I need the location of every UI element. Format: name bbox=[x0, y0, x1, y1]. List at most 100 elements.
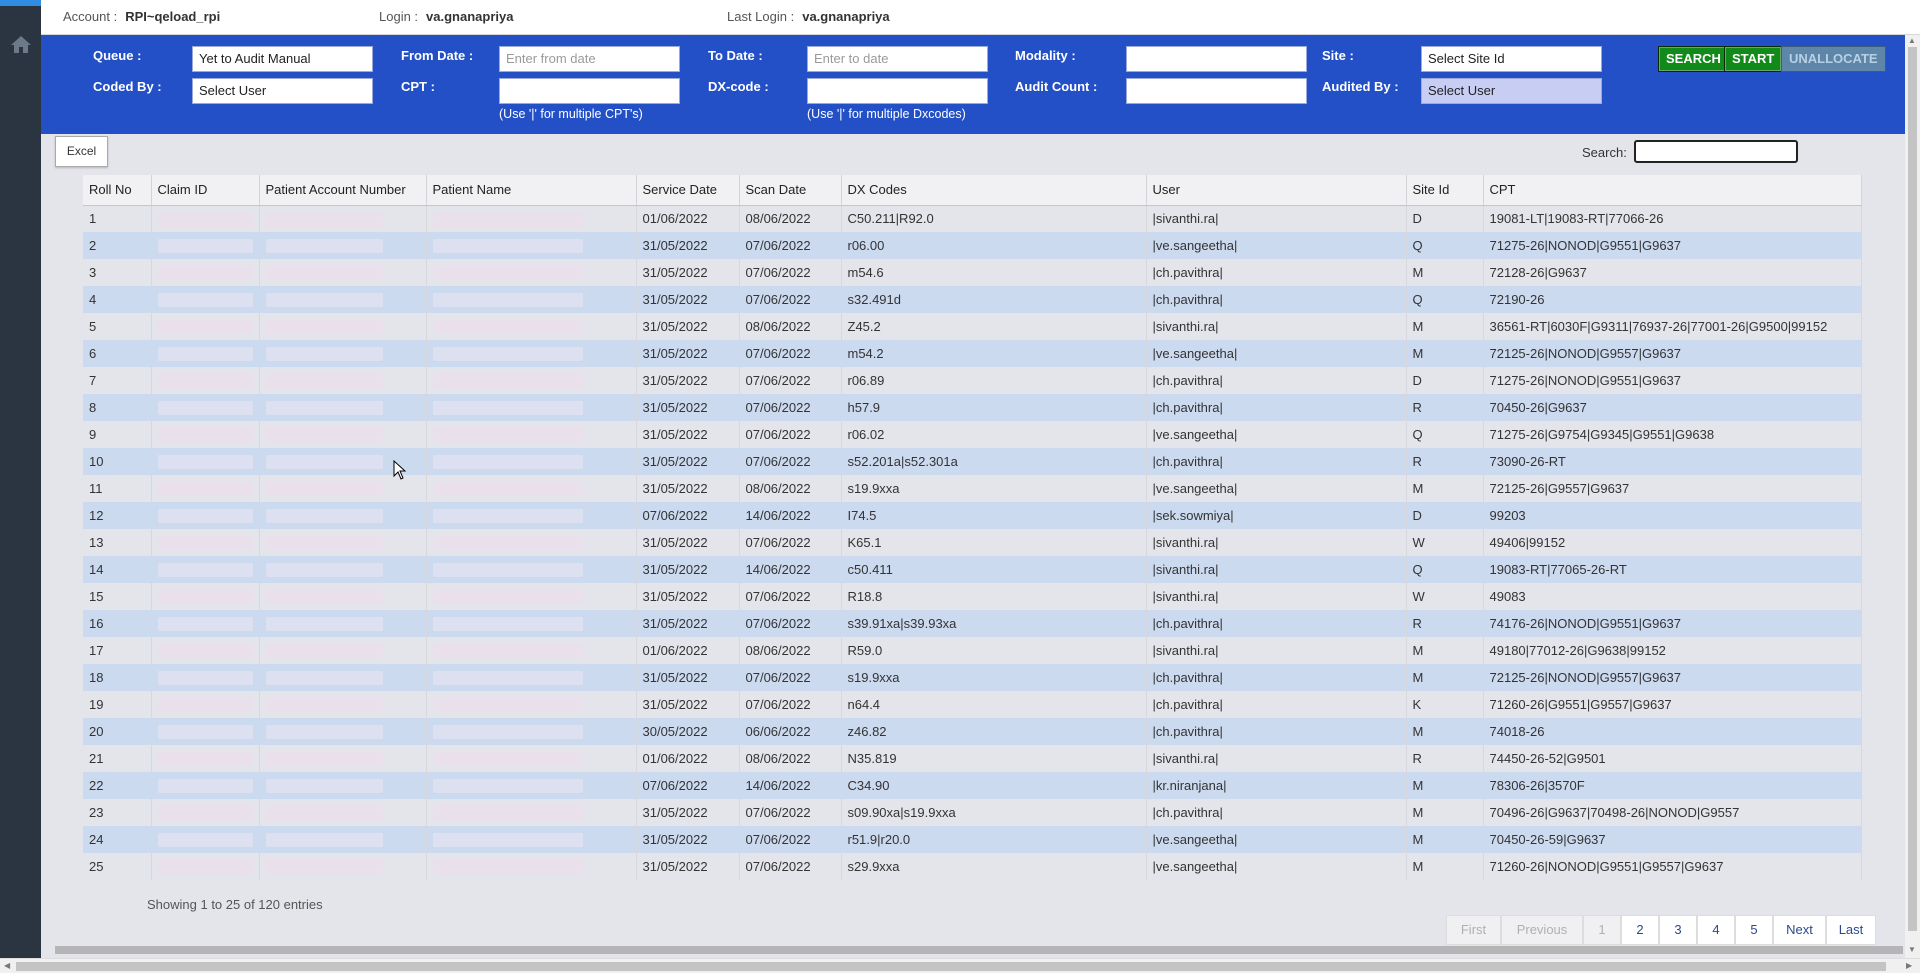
user-cell: |sivanthi.ra| bbox=[1146, 556, 1407, 583]
table-row[interactable]: 16 31/05/2022 07/06/2022 s39.91xa|s39.93xa |… bbox=[83, 610, 1862, 637]
search-button[interactable]: SEARCH bbox=[1658, 46, 1729, 72]
queue-select[interactable]: Yet to Audit Manual bbox=[192, 46, 373, 72]
column-header[interactable]: Scan Date bbox=[739, 175, 842, 206]
table-row[interactable]: 19 31/05/2022 07/06/2022 n64.4 |ch.pavithra|… bbox=[83, 691, 1862, 718]
scroll-up-icon[interactable]: ▲ bbox=[1908, 36, 1916, 45]
patient-account-cell bbox=[259, 502, 427, 529]
service-date-cell: 31/05/2022 bbox=[636, 448, 740, 475]
service-date-cell: 01/06/2022 bbox=[636, 745, 740, 772]
scroll-left-icon[interactable]: ◀ bbox=[4, 961, 10, 970]
column-header[interactable]: CPT bbox=[1483, 175, 1862, 206]
table-row[interactable]: 2 31/05/2022 07/06/2022 r06.00 |ve.sangeetha… bbox=[83, 232, 1862, 259]
horizontal-scroll-thumb[interactable] bbox=[16, 962, 1886, 971]
roll-no-cell: 4 bbox=[83, 286, 152, 313]
dx-code-input[interactable] bbox=[807, 78, 988, 104]
table-row[interactable]: 11 31/05/2022 08/06/2022 s19.9xxa |ve.sangee… bbox=[83, 475, 1862, 502]
excel-export-button[interactable]: Excel bbox=[55, 136, 108, 167]
table-row[interactable]: 20 30/05/2022 06/06/2022 z46.82 |ch.pavithra… bbox=[83, 718, 1862, 745]
column-header[interactable]: Site Id bbox=[1406, 175, 1484, 206]
login-info: Login : va.gnanapriya bbox=[379, 9, 513, 24]
table-row[interactable]: 18 31/05/2022 07/06/2022 s19.9xxa |ch.pavith… bbox=[83, 664, 1862, 691]
table-row[interactable]: 7 31/05/2022 07/06/2022 r06.89 |ch.pavithra|… bbox=[83, 367, 1862, 394]
table-row[interactable]: 4 31/05/2022 07/06/2022 s32.491d |ch.pavithr… bbox=[83, 286, 1862, 313]
dx-code-hint: (Use '|' for multiple Dxcodes) bbox=[807, 107, 966, 121]
cpt-label: CPT : bbox=[401, 79, 435, 94]
modality-input[interactable] bbox=[1126, 46, 1307, 72]
table-search-input[interactable] bbox=[1634, 140, 1798, 163]
table-row[interactable]: 8 31/05/2022 07/06/2022 h57.9 |ch.pavithra| R… bbox=[83, 394, 1862, 421]
column-header[interactable]: Patient Name bbox=[426, 175, 637, 206]
cpt-cell: 72125-26|NONOD|G9557|G9637 bbox=[1483, 340, 1862, 367]
audit-count-input[interactable] bbox=[1126, 78, 1307, 104]
pager-page-4[interactable]: 4 bbox=[1697, 915, 1735, 945]
claim-id-cell bbox=[151, 637, 260, 664]
cpt-input[interactable] bbox=[499, 78, 680, 104]
table-row[interactable]: 15 31/05/2022 07/06/2022 R18.8 |sivanthi.ra|… bbox=[83, 583, 1862, 610]
pager-first[interactable]: First bbox=[1446, 915, 1501, 945]
redacted-value bbox=[265, 671, 383, 686]
column-header[interactable]: Patient Account Number bbox=[259, 175, 427, 206]
pager-page-1[interactable]: 1 bbox=[1583, 915, 1621, 945]
table-row[interactable]: 13 31/05/2022 07/06/2022 K65.1 |sivanthi.ra|… bbox=[83, 529, 1862, 556]
table-row[interactable]: 3 31/05/2022 07/06/2022 m54.6 |ch.pavithra| M… bbox=[83, 259, 1862, 286]
site-select[interactable]: Select Site Id bbox=[1421, 46, 1602, 72]
table-row[interactable]: 23 31/05/2022 07/06/2022 s09.90xa|s19.9xxa |… bbox=[83, 799, 1862, 826]
service-date-cell: 01/06/2022 bbox=[636, 205, 740, 232]
redacted-value bbox=[157, 374, 253, 389]
table-row[interactable]: 14 31/05/2022 14/06/2022 c50.411 |sivanthi.r… bbox=[83, 556, 1862, 583]
redacted-value bbox=[432, 401, 583, 416]
table-row[interactable]: 1 01/06/2022 08/06/2022 C50.211|R92.0 |sivan… bbox=[83, 205, 1862, 232]
start-button[interactable]: START bbox=[1724, 46, 1783, 72]
table-row[interactable]: 17 01/06/2022 08/06/2022 R59.0 |sivanthi.ra|… bbox=[83, 637, 1862, 664]
site-id-cell: R bbox=[1406, 448, 1484, 475]
dx-codes-cell: R18.8 bbox=[841, 583, 1147, 610]
column-header[interactable]: Service Date bbox=[636, 175, 740, 206]
column-header[interactable]: User bbox=[1146, 175, 1407, 206]
pager-next[interactable]: Next bbox=[1773, 915, 1826, 945]
service-date-cell: 31/05/2022 bbox=[636, 475, 740, 502]
patient-name-cell bbox=[426, 664, 637, 691]
pager-previous[interactable]: Previous bbox=[1501, 915, 1583, 945]
roll-no-cell: 8 bbox=[83, 394, 152, 421]
table-row[interactable]: 6 31/05/2022 07/06/2022 m54.2 |ve.sangeetha|… bbox=[83, 340, 1862, 367]
horizontal-scrollbar[interactable]: ◀ ▶ bbox=[0, 958, 1920, 973]
pager-last[interactable]: Last bbox=[1826, 915, 1876, 945]
scroll-down-icon[interactable]: ▼ bbox=[1908, 945, 1916, 954]
table-row[interactable]: 21 01/06/2022 08/06/2022 N35.819 |sivanthi.r… bbox=[83, 745, 1862, 772]
pager-page-3[interactable]: 3 bbox=[1659, 915, 1697, 945]
table-row[interactable]: 25 31/05/2022 07/06/2022 s29.9xxa |ve.sangee… bbox=[83, 853, 1862, 880]
unallocate-button[interactable]: UNALLOCATE bbox=[1781, 46, 1886, 72]
scan-date-cell: 08/06/2022 bbox=[739, 205, 842, 232]
roll-no-cell: 7 bbox=[83, 367, 152, 394]
table-row[interactable]: 22 07/06/2022 14/06/2022 C34.90 |kr.niranjan… bbox=[83, 772, 1862, 799]
user-cell: |ch.pavithra| bbox=[1146, 286, 1407, 313]
audited-by-select[interactable]: Select User bbox=[1421, 78, 1602, 104]
table-row[interactable]: 10 31/05/2022 07/06/2022 s52.201a|s52.301a |… bbox=[83, 448, 1862, 475]
table-row[interactable]: 5 31/05/2022 08/06/2022 Z45.2 |sivanthi.ra| M… bbox=[83, 313, 1862, 340]
home-icon[interactable] bbox=[10, 34, 32, 54]
patient-name-cell bbox=[426, 610, 637, 637]
dx-codes-cell: s09.90xa|s19.9xxa bbox=[841, 799, 1147, 826]
column-header[interactable]: Roll No bbox=[83, 175, 152, 206]
patient-account-cell bbox=[259, 664, 427, 691]
column-header[interactable]: DX Codes bbox=[841, 175, 1147, 206]
to-date-input[interactable]: Enter to date bbox=[807, 46, 988, 72]
patient-name-cell bbox=[426, 502, 637, 529]
table-row[interactable]: 9 31/05/2022 07/06/2022 r06.02 |ve.sangeetha… bbox=[83, 421, 1862, 448]
vertical-scrollbar[interactable]: ▲ ▼ bbox=[1905, 35, 1920, 958]
scroll-right-icon[interactable]: ▶ bbox=[1906, 961, 1912, 970]
patient-name-cell bbox=[426, 340, 637, 367]
vertical-scroll-thumb[interactable] bbox=[1908, 47, 1917, 931]
coded-by-select[interactable]: Select User bbox=[192, 78, 373, 104]
table-row[interactable]: 24 31/05/2022 07/06/2022 r51.9|r20.0 |ve.san… bbox=[83, 826, 1862, 853]
service-date-cell: 31/05/2022 bbox=[636, 286, 740, 313]
table-horizontal-scrollbar[interactable] bbox=[55, 946, 1903, 954]
pager-page-2[interactable]: 2 bbox=[1621, 915, 1659, 945]
patient-account-cell bbox=[259, 286, 427, 313]
table-row[interactable]: 12 07/06/2022 14/06/2022 I74.5 |sek.sowmiya|… bbox=[83, 502, 1862, 529]
patient-name-cell bbox=[426, 583, 637, 610]
from-date-input[interactable]: Enter from date bbox=[499, 46, 680, 72]
user-cell: |sivanthi.ra| bbox=[1146, 313, 1407, 340]
column-header[interactable]: Claim ID bbox=[151, 175, 260, 206]
pager-page-5[interactable]: 5 bbox=[1735, 915, 1773, 945]
